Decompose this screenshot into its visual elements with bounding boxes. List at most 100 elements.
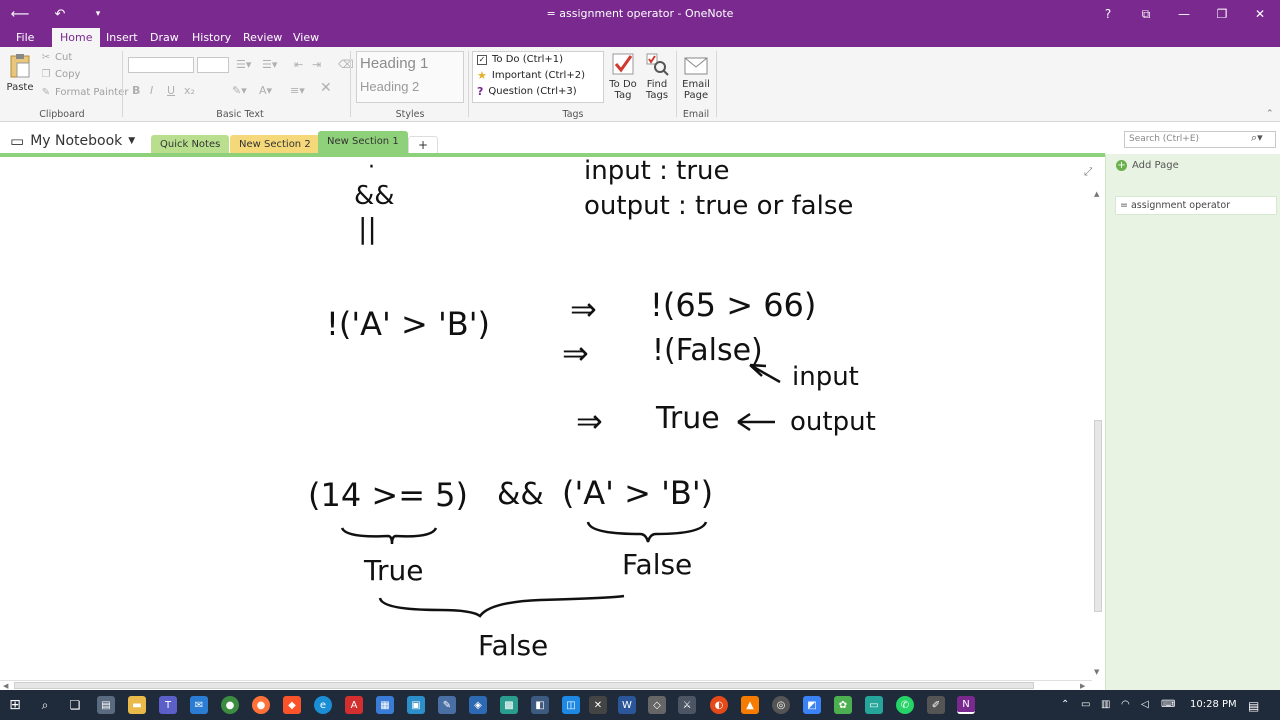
bullets-icon[interactable]: ☰▾ (236, 58, 251, 71)
italic-button[interactable]: I (150, 84, 153, 97)
tags-gallery[interactable]: ✓ To Do (Ctrl+1) ★ Important (Ctrl+2) ? Que… (472, 51, 604, 103)
style-heading-1[interactable]: Heading 1 (357, 52, 463, 76)
app-icon[interactable]: ✐ (927, 696, 945, 714)
paste-button[interactable]: Paste (6, 53, 34, 93)
notification-icon[interactable]: ▤ (1248, 699, 1259, 713)
app-icon[interactable]: ◩ (803, 696, 821, 714)
format-painter-button[interactable]: ✎ Format Painter (40, 87, 129, 98)
store-icon[interactable]: ▤ (97, 696, 115, 714)
keyboard-icon[interactable]: ⌨ (1161, 699, 1175, 710)
tag-question[interactable]: ? Question (Ctrl+3) (473, 84, 603, 100)
tab-view[interactable]: View (285, 28, 327, 47)
tab-review[interactable]: Review (235, 28, 290, 47)
search-icon[interactable]: ⌕▾ (1251, 131, 1263, 145)
app-icon[interactable]: ▩ (500, 696, 518, 714)
align-icon[interactable]: ≡▾ (290, 84, 305, 97)
email-page-button[interactable]: Email Page (680, 52, 712, 101)
scroll-down-icon[interactable]: ▼ (1094, 668, 1099, 676)
wifi-icon[interactable]: ◠ (1121, 699, 1130, 710)
app-icon[interactable]: ◧ (531, 696, 549, 714)
numbering-icon[interactable]: ☰▾ (262, 58, 277, 71)
add-section-button[interactable]: + (408, 136, 439, 154)
style-heading-2[interactable]: Heading 2 (357, 76, 463, 98)
section-tab-new-section-1[interactable]: New Section 1 (318, 131, 408, 155)
tab-insert[interactable]: Insert (98, 28, 146, 47)
search-icon[interactable]: ⌕ (36, 696, 54, 714)
vlc-icon[interactable]: ▲ (741, 696, 759, 714)
vertical-scroll-thumb[interactable] (1094, 420, 1102, 612)
battery-icon[interactable]: ▥ (1101, 699, 1110, 710)
maximize-button[interactable]: ❐ (1204, 0, 1240, 28)
app-icon[interactable]: ▦ (376, 696, 394, 714)
tab-history[interactable]: History (184, 28, 239, 47)
app-icon[interactable]: ▣ (407, 696, 425, 714)
tab-file[interactable]: File (8, 28, 42, 47)
onenote-icon[interactable]: N (957, 696, 975, 714)
decrease-indent-icon[interactable]: ⇤ (294, 58, 303, 71)
file-explorer-icon[interactable]: ▬ (128, 696, 146, 714)
app-icon[interactable]: ⚔ (678, 696, 696, 714)
whatsapp-icon[interactable]: ✆ (896, 696, 914, 714)
pen-app-icon[interactable]: ✎ (438, 696, 456, 714)
add-page-button[interactable]: + Add Page (1116, 160, 1179, 171)
chrome-icon[interactable]: ● (221, 696, 239, 714)
font-name-select[interactable] (128, 57, 194, 73)
scroll-left-icon[interactable]: ◀ (3, 682, 8, 690)
font-color-icon[interactable]: A▾ (259, 84, 272, 97)
ink-step-3: True (655, 401, 720, 436)
font-size-select[interactable] (197, 57, 229, 73)
ribbon-display-icon[interactable]: ⧉ (1128, 0, 1164, 28)
firefox-icon[interactable]: ● (252, 696, 270, 714)
todo-tag-button[interactable]: To Do Tag (608, 52, 638, 101)
minimize-button[interactable]: — (1166, 0, 1202, 28)
notebook-selector[interactable]: ▭ My Notebook ▼ (10, 132, 135, 150)
app-icon[interactable]: ✕ (589, 696, 607, 714)
horizontal-scroll-thumb[interactable] (14, 682, 1034, 689)
tag-todo[interactable]: ✓ To Do (Ctrl+1) (473, 52, 603, 68)
ink-drawing[interactable]: · && || input : true output : true or fa… (0, 157, 1092, 680)
section-tab-quick-notes[interactable]: Quick Notes (151, 135, 230, 155)
brave-icon[interactable]: ◆ (283, 696, 301, 714)
edge-icon[interactable]: e (314, 696, 332, 714)
app-icon[interactable]: ◐ (710, 696, 728, 714)
increase-indent-icon[interactable]: ⇥ (312, 58, 321, 71)
help-button[interactable]: ? (1090, 0, 1126, 28)
strikethrough-icon[interactable]: x₂ (184, 84, 195, 97)
clear-formatting-icon[interactable]: ⌫ (338, 58, 354, 71)
cut-button[interactable]: ✂ Cut (40, 52, 72, 63)
app-icon[interactable]: ◫ (562, 696, 580, 714)
volume-icon[interactable]: ◁ (1141, 699, 1149, 710)
scroll-up-icon[interactable]: ▲ (1094, 190, 1099, 198)
show-hidden-icons[interactable]: ⌃ (1061, 699, 1069, 710)
highlight-icon[interactable]: ✎▾ (232, 84, 247, 97)
acrobat-icon[interactable]: A (345, 696, 363, 714)
tag-important[interactable]: ★ Important (Ctrl+2) (473, 68, 603, 84)
expand-icon[interactable]: ⤢ (1084, 165, 1092, 179)
underline-button[interactable]: U (167, 84, 175, 97)
tab-draw[interactable]: Draw (142, 28, 187, 47)
page-item[interactable]: = assignment operator (1115, 196, 1277, 215)
section-tab-new-section-2[interactable]: New Section 2 (230, 135, 320, 155)
find-tags-button[interactable]: Find Tags (642, 52, 672, 101)
word-icon[interactable]: W (618, 696, 636, 714)
close-button[interactable]: ✕ (1242, 0, 1278, 28)
app-icon[interactable]: ✿ (834, 696, 852, 714)
scroll-right-icon[interactable]: ▶ (1080, 682, 1085, 690)
collapse-ribbon-icon[interactable]: ⌃ (1266, 109, 1274, 119)
copy-button[interactable]: ❐ Copy (40, 69, 81, 80)
clear-icon[interactable]: ✕ (320, 80, 332, 96)
mail-icon[interactable]: ✉ (190, 696, 208, 714)
page-canvas[interactable]: · && || input : true output : true or fa… (0, 157, 1092, 680)
network-icon[interactable]: ▭ (1081, 699, 1090, 710)
task-view-icon[interactable]: ❏ (66, 696, 84, 714)
app-icon[interactable]: ◇ (648, 696, 666, 714)
windows-start-icon[interactable]: ⊞ (6, 696, 24, 714)
teams-icon[interactable]: T (159, 696, 177, 714)
tab-home[interactable]: Home (52, 28, 101, 47)
clock[interactable]: 10:28 PM (1190, 699, 1237, 710)
bold-button[interactable]: B (132, 84, 140, 97)
app-icon[interactable]: ◈ (469, 696, 487, 714)
app-icon[interactable]: ▭ (865, 696, 883, 714)
styles-gallery[interactable]: Heading 1 Heading 2 (356, 51, 464, 103)
app-icon[interactable]: ◎ (772, 696, 790, 714)
